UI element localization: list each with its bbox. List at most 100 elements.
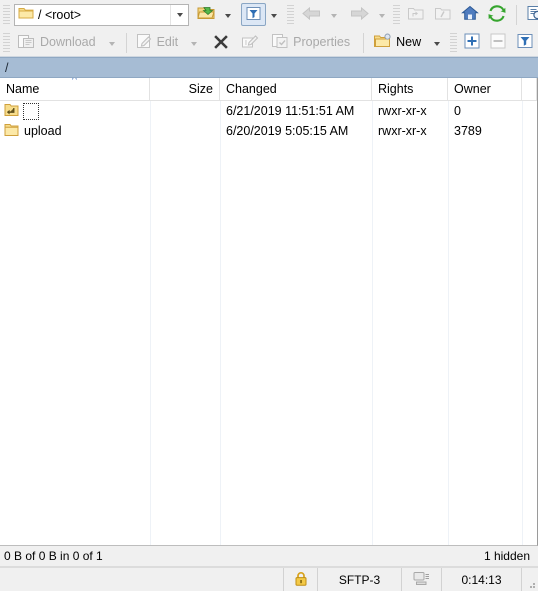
cell-name-text: upload xyxy=(24,124,62,138)
cell-changed: 6/21/2019 11:51:51 AM xyxy=(226,104,355,118)
protocol-label: SFTP-3 xyxy=(338,572,381,587)
toolbar-grip-handle-3[interactable] xyxy=(393,4,400,25)
folder-icon xyxy=(4,123,19,140)
file-list-header: ^ Name Size Changed Rights Owner xyxy=(0,78,537,101)
forward-dropdown[interactable] xyxy=(374,3,391,26)
file-list-rows: 6/21/2019 11:51:51 AM rwxr-xr-x 0 upload xyxy=(0,101,537,141)
chevron-down-icon xyxy=(191,41,198,46)
edit-button[interactable]: Edit xyxy=(132,31,187,54)
parent-directory-icon xyxy=(4,103,19,120)
back-button[interactable] xyxy=(297,3,326,26)
cell-owner: 3789 xyxy=(454,124,482,138)
cell-name-text xyxy=(23,102,39,120)
find-files-icon xyxy=(526,5,538,25)
chevron-down-icon xyxy=(434,41,441,46)
open-directory-button[interactable] xyxy=(193,3,220,26)
edit-label: Edit xyxy=(156,35,179,50)
encryption-status[interactable] xyxy=(284,568,318,591)
parent-directory-button[interactable] xyxy=(403,3,428,26)
sort-ascending-icon: ^ xyxy=(71,78,78,86)
rename-icon: I xyxy=(241,33,259,52)
refresh-button[interactable] xyxy=(484,3,510,26)
rename-button[interactable]: I xyxy=(237,31,263,54)
path-combo[interactable]: / <root> xyxy=(14,3,189,26)
properties-button[interactable]: Properties xyxy=(267,31,358,54)
back-dropdown[interactable] xyxy=(326,3,343,26)
open-directory-icon xyxy=(197,5,216,25)
path-combo-value: / <root> xyxy=(38,7,82,22)
arrow-right-icon xyxy=(349,6,370,24)
svg-text:I: I xyxy=(245,40,247,47)
cell-name[interactable]: upload xyxy=(0,121,150,141)
toolbar-grip-handle-2[interactable] xyxy=(287,4,294,25)
properties-icon xyxy=(271,33,289,52)
table-row[interactable]: 6/21/2019 11:51:51 AM rwxr-xr-x 0 xyxy=(0,101,537,121)
filter-button[interactable] xyxy=(241,3,266,26)
home-directory-button[interactable] xyxy=(457,3,483,26)
filter-dropdown[interactable] xyxy=(266,3,283,26)
new-button[interactable]: New xyxy=(369,31,429,54)
column-header-size[interactable]: Size xyxy=(150,78,220,100)
connection-status[interactable] xyxy=(402,568,442,591)
protocol-status[interactable]: SFTP-3 xyxy=(318,568,402,591)
selection-status-bar: 0 B of 0 B in 0 of 1 1 hidden xyxy=(0,546,538,567)
properties-label: Properties xyxy=(293,35,351,50)
toolbar-separator xyxy=(516,4,517,25)
find-files-button[interactable]: Find Files xyxy=(522,3,538,26)
home-icon xyxy=(461,5,479,24)
column-header-rights[interactable]: Rights xyxy=(372,78,448,100)
chevron-down-icon xyxy=(225,13,231,18)
toolbar-grip-handle[interactable] xyxy=(3,4,10,25)
open-directory-dropdown[interactable] xyxy=(220,3,237,26)
cell-size xyxy=(150,121,220,141)
status-message-area xyxy=(0,568,284,591)
filter-funnel-icon xyxy=(517,33,533,52)
selection-summary: 0 B of 0 B in 0 of 1 xyxy=(4,549,103,563)
column-header-owner[interactable]: Owner xyxy=(448,78,522,100)
chevron-down-icon xyxy=(331,13,337,18)
current-path-banner[interactable]: / xyxy=(0,57,538,78)
arrow-left-icon xyxy=(301,6,322,24)
download-dropdown[interactable] xyxy=(104,31,121,54)
add-bookmark-button[interactable] xyxy=(460,31,484,54)
session-status-bar: SFTP-3 0:14:13 xyxy=(0,567,538,591)
new-dropdown[interactable] xyxy=(429,31,446,54)
column-header-spacer xyxy=(522,78,537,100)
refresh-icon xyxy=(488,4,506,25)
file-list[interactable]: ^ Name Size Changed Rights Owner 6/21/20… xyxy=(0,78,538,546)
minus-icon xyxy=(490,33,506,52)
folder-root-icon xyxy=(434,6,451,24)
resize-grip[interactable] xyxy=(522,568,538,591)
cell-name[interactable] xyxy=(0,101,150,121)
root-directory-button[interactable] xyxy=(430,3,455,26)
cell-owner: 0 xyxy=(454,104,461,118)
path-combo-dropdown[interactable] xyxy=(170,4,188,25)
toolbar2-separator xyxy=(125,32,127,53)
delete-button[interactable] xyxy=(209,31,233,54)
column-header-changed[interactable]: Changed xyxy=(220,78,372,100)
toolbar2-grip-handle-2[interactable] xyxy=(450,32,458,53)
forward-button[interactable] xyxy=(345,3,374,26)
bookmark-filter-button[interactable] xyxy=(513,31,537,54)
chevron-down-icon xyxy=(379,13,385,18)
remove-bookmark-button[interactable] xyxy=(486,31,510,54)
folder-icon xyxy=(18,6,34,23)
connection-icon xyxy=(413,571,430,589)
toolbar2-separator-2 xyxy=(363,32,365,53)
plus-icon xyxy=(464,33,480,52)
column-header-name-label: Name xyxy=(6,82,40,96)
session-duration[interactable]: 0:14:13 xyxy=(442,568,522,591)
cell-size xyxy=(150,101,220,121)
cell-rights: rwxr-xr-x xyxy=(378,124,427,138)
delete-x-icon xyxy=(213,33,229,52)
edit-dropdown[interactable] xyxy=(186,31,203,54)
column-header-name[interactable]: ^ Name xyxy=(0,78,150,100)
padlock-icon xyxy=(294,571,308,589)
table-row[interactable]: upload 6/20/2019 5:05:15 AM rwxr-xr-x 37… xyxy=(0,121,537,141)
toolbar2-grip-handle[interactable] xyxy=(3,32,10,53)
current-path-text: / xyxy=(5,60,9,75)
column-header-owner-label: Owner xyxy=(454,82,491,96)
download-button[interactable]: Download xyxy=(13,31,104,54)
edit-icon xyxy=(136,33,153,52)
download-icon xyxy=(17,33,36,53)
